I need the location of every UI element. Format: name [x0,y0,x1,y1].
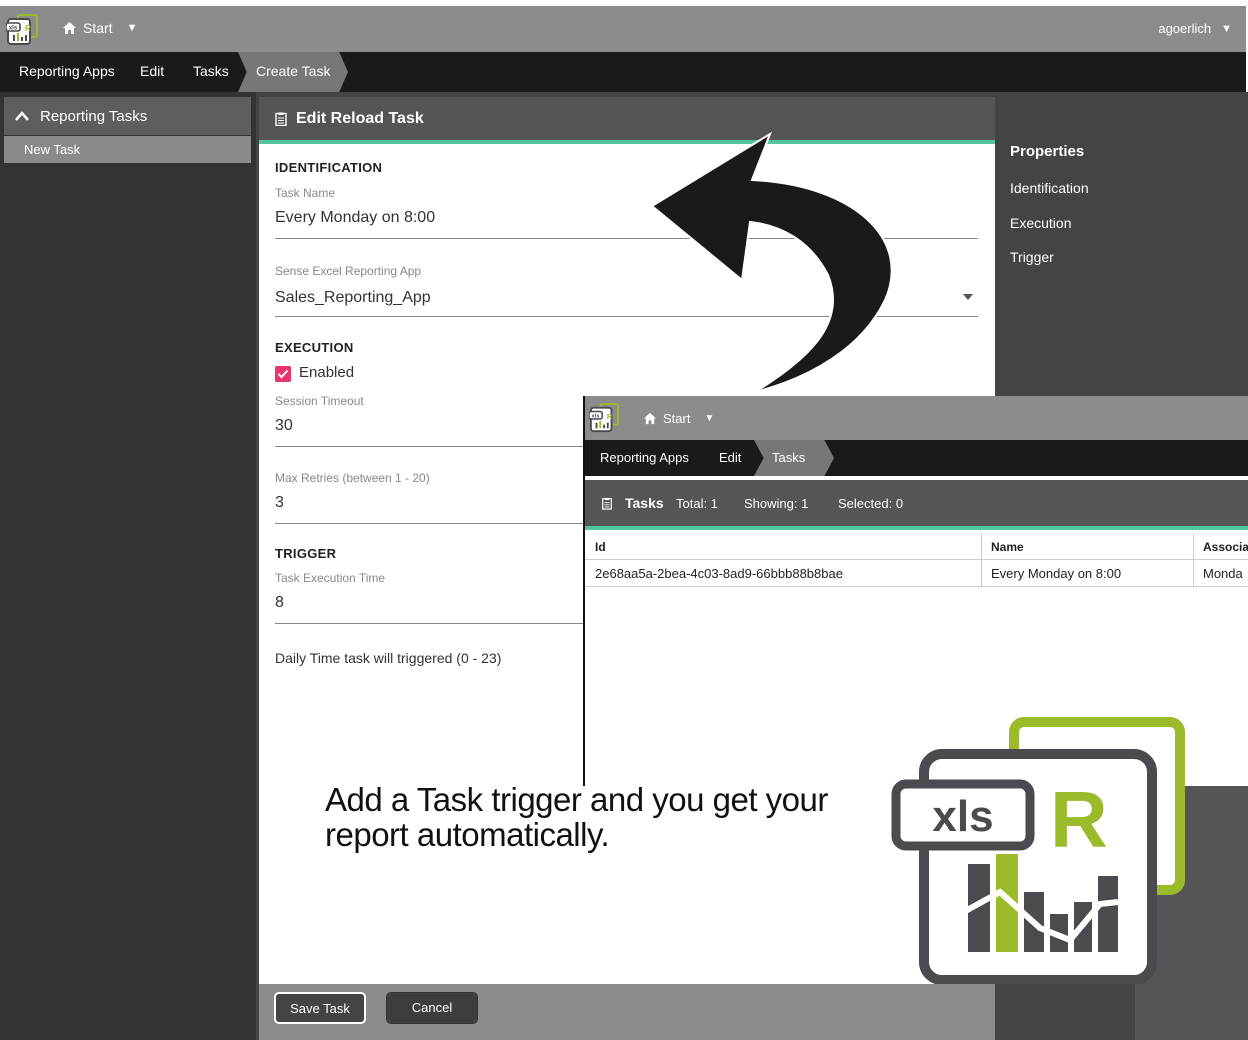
overlay-start-label: Start [663,411,691,426]
sidebar-section-label: Reporting Tasks [40,107,148,125]
session-timeout-underline [275,446,585,447]
chevron-up-icon [15,111,29,121]
overlay-start-menu[interactable]: Start ▼ [643,411,714,426]
overlay-breadcrumb-edit[interactable]: Edit [719,450,741,465]
properties-link-execution[interactable]: Execution [1010,215,1071,231]
breadcrumb-tasks[interactable]: Tasks [193,63,229,79]
cancel-button[interactable]: Cancel [386,992,478,1024]
column-divider [1193,534,1194,586]
start-label: Start [83,20,113,36]
checkmark-icon [277,369,289,379]
overlay-breadcrumb-tasks[interactable]: Tasks [754,440,834,476]
svg-text:R: R [25,24,31,33]
start-menu[interactable]: Start ▼ [62,20,137,36]
identification-heading: IDENTIFICATION [275,160,383,175]
home-icon [643,412,657,425]
svg-text:xls: xls [9,26,18,32]
properties-panel: Properties Identification Execution Trig… [995,140,1241,398]
exec-time-label: Task Execution Time [275,571,386,585]
exec-time-input[interactable]: 8 [275,594,284,612]
tasks-selected: Selected: 0 [838,496,904,511]
column-header-associated[interactable]: Associa [1193,534,1248,560]
table-cell-associated: Monda [1203,566,1243,581]
table-header-row: Id Name Associa [585,534,1248,560]
chevron-down-icon: ▼ [704,413,715,424]
xls-reporting-logo-icon[interactable]: xls R [589,403,619,433]
tasks-showing: Showing: 1 [744,496,809,511]
overlay-breadcrumb-reporting-apps[interactable]: Reporting Apps [600,450,689,465]
column-header-name[interactable]: Name [981,534,1193,560]
logo-letter: R [1050,775,1108,864]
save-task-button[interactable]: Save Task [274,992,366,1024]
properties-link-identification[interactable]: Identification [1010,180,1089,196]
column-header-id[interactable]: Id [585,534,981,560]
user-menu[interactable]: agoerlich ▼ [1158,21,1232,36]
xls-reporting-logo: xls R [891,717,1185,984]
trigger-heading: TRIGGER [275,546,337,561]
tasks-table: Id Name Associa 2e68aa5a-2bea-4c03-8ad9-… [585,526,1248,587]
app-select-label: Sense Excel Reporting App [275,264,422,278]
max-retries-input[interactable]: 3 [275,494,284,512]
breadcrumb: Reporting Apps Edit Tasks Create Task [0,52,1246,92]
overlay-breadcrumb-active-label: Tasks [772,450,806,465]
table-cell-id: 2e68aa5a-2bea-4c03-8ad9-66bbb88b8bae [595,566,843,581]
exec-time-hint: Daily Time task will triggered (0 - 23) [275,650,502,666]
form-title: Edit Reload Task [296,109,424,127]
xls-reporting-logo-icon[interactable]: xls R [6,14,38,46]
session-timeout-label: Session Timeout [275,394,364,408]
table-row[interactable]: 2e68aa5a-2bea-4c03-8ad9-66bbb88b8bae Eve… [585,561,1248,587]
clipboard-icon [275,112,287,126]
breadcrumb-reporting-apps[interactable]: Reporting Apps [19,63,115,79]
overlay-header-bar: xls R Start ▼ [585,396,1248,440]
properties-title: Properties [1010,143,1085,160]
table-cell-name: Every Monday on 8:00 [991,566,1122,581]
svg-text:R: R [607,412,613,421]
dropdown-caret-icon[interactable] [963,294,973,300]
promo-caption: Add a Task trigger and you get your repo… [325,781,828,853]
chevron-down-icon: ▼ [126,22,138,34]
home-icon [63,22,76,34]
exec-time-underline [275,623,585,624]
session-timeout-input[interactable]: 30 [275,417,293,435]
chevron-down-icon: ▼ [1221,22,1232,35]
max-retries-underline [275,523,585,524]
form-footer: Save Task Cancel [259,984,995,1040]
svg-text:xls: xls [592,414,600,420]
breadcrumb-create-task[interactable]: Create Task [238,52,348,92]
properties-link-trigger[interactable]: Trigger [1010,249,1054,265]
enabled-label: Enabled [299,364,355,381]
tasks-total: Total: 1 [676,496,718,511]
tasks-toolbar: Tasks Total: 1 Showing: 1 Selected: 0 [585,480,1248,526]
task-name-label: Task Name [275,186,336,200]
sidebar-section-reporting-tasks[interactable]: Reporting Tasks [4,97,251,135]
max-retries-label: Max Retries (between 1 - 20) [275,471,430,485]
breadcrumb-edit[interactable]: Edit [140,63,164,79]
username: agoerlich [1158,21,1212,36]
clipboard-icon [602,497,612,510]
column-divider [981,534,982,586]
curved-arrow-icon [650,131,893,392]
enabled-checkbox[interactable] [275,366,291,382]
top-header-bar: xls R Start ▼ agoerlich ▼ [0,6,1246,52]
logo-text: xls [932,792,993,841]
task-name-input[interactable]: Every Monday on 8:00 [275,209,435,227]
tasks-title: Tasks [625,495,664,511]
overlay-breadcrumb: Reporting Apps Edit Tasks [585,440,1248,476]
app-select[interactable]: Sales_Reporting_App [275,289,431,307]
execution-heading: EXECUTION [275,340,354,355]
breadcrumb-active-label: Create Task [256,63,331,79]
sidebar: Reporting Tasks New Task [0,92,256,1040]
sidebar-item-new-task[interactable]: New Task [4,136,251,163]
